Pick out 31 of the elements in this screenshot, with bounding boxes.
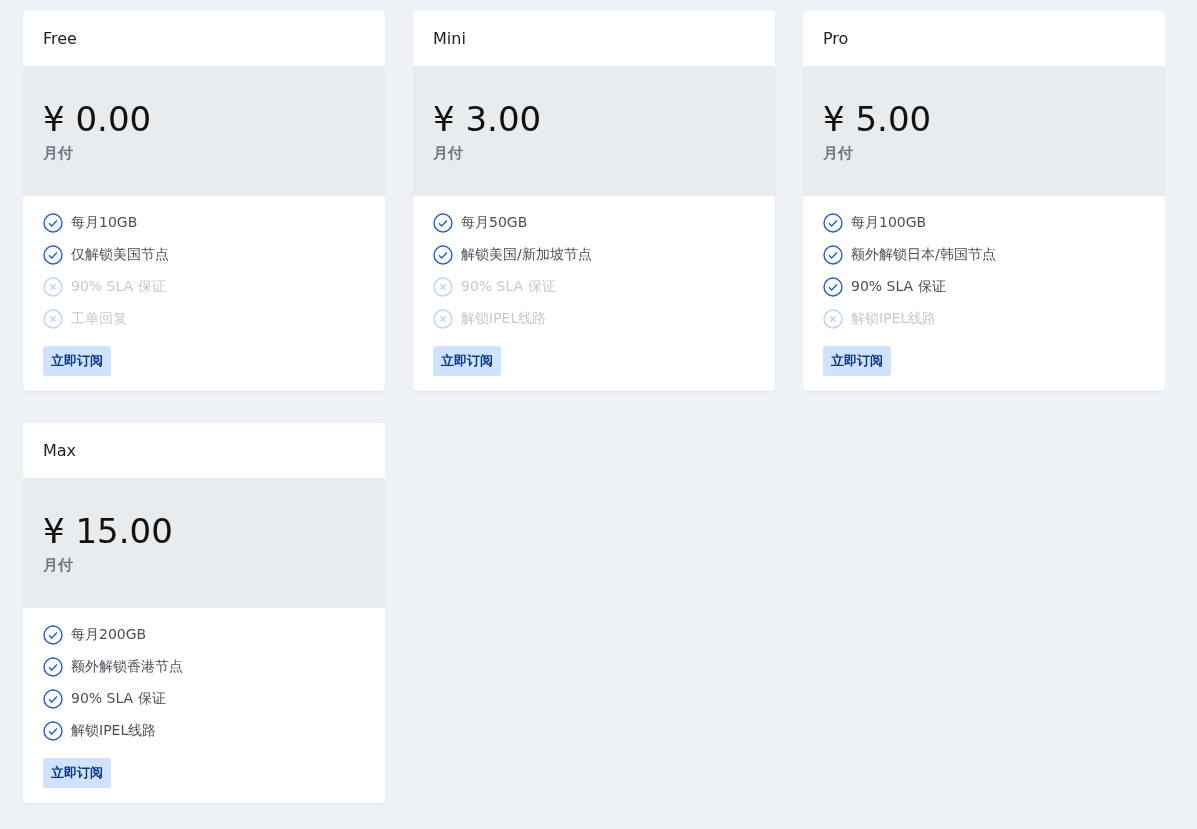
feature-text: 每月10GB xyxy=(71,214,138,232)
feature-text: 解锁IPEL线路 xyxy=(71,722,157,740)
subscribe-button[interactable]: 立即订阅 xyxy=(43,758,111,788)
feature-text: 仅解锁美国节点 xyxy=(71,246,169,264)
subscribe-button[interactable]: 立即订阅 xyxy=(433,346,501,376)
plan-price: ¥ 5.00 xyxy=(823,99,933,140)
feature-text: 90% SLA 保证 xyxy=(71,690,166,708)
feature-text: 90% SLA 保证 xyxy=(461,278,556,296)
plan-name: Free xyxy=(42,28,78,50)
subscribe-button[interactable]: 立即订阅 xyxy=(823,346,891,376)
feature-text: 每月200GB xyxy=(71,626,147,644)
feature-text: 解锁IPEL线路 xyxy=(461,310,547,328)
feature-text: 90% SLA 保证 xyxy=(851,278,946,296)
feature-text: 解锁美国/新加坡节点 xyxy=(461,246,592,264)
feature-text: 额外解锁日本/韩国节点 xyxy=(851,246,996,264)
billing-period: 月付 xyxy=(43,555,74,575)
billing-period: 月付 xyxy=(823,143,854,163)
feature-text: 90% SLA 保证 xyxy=(71,278,166,296)
billing-period: 月付 xyxy=(433,143,464,163)
plan-name: Pro xyxy=(822,28,850,50)
plan-price: ¥ 0.00 xyxy=(43,99,153,140)
billing-period: 月付 xyxy=(43,143,74,163)
subscribe-button[interactable]: 立即订阅 xyxy=(43,346,111,376)
feature-text: 每月100GB xyxy=(851,214,927,232)
plan-price: ¥ 15.00 xyxy=(43,511,174,552)
feature-text: 解锁IPEL线路 xyxy=(851,310,937,328)
plan-name: Max xyxy=(42,440,78,462)
feature-text: 每月50GB xyxy=(461,214,528,232)
feature-text: 额外解锁香港节点 xyxy=(71,658,183,676)
plan-price: ¥ 3.00 xyxy=(433,99,543,140)
plan-name: Mini xyxy=(432,28,467,50)
